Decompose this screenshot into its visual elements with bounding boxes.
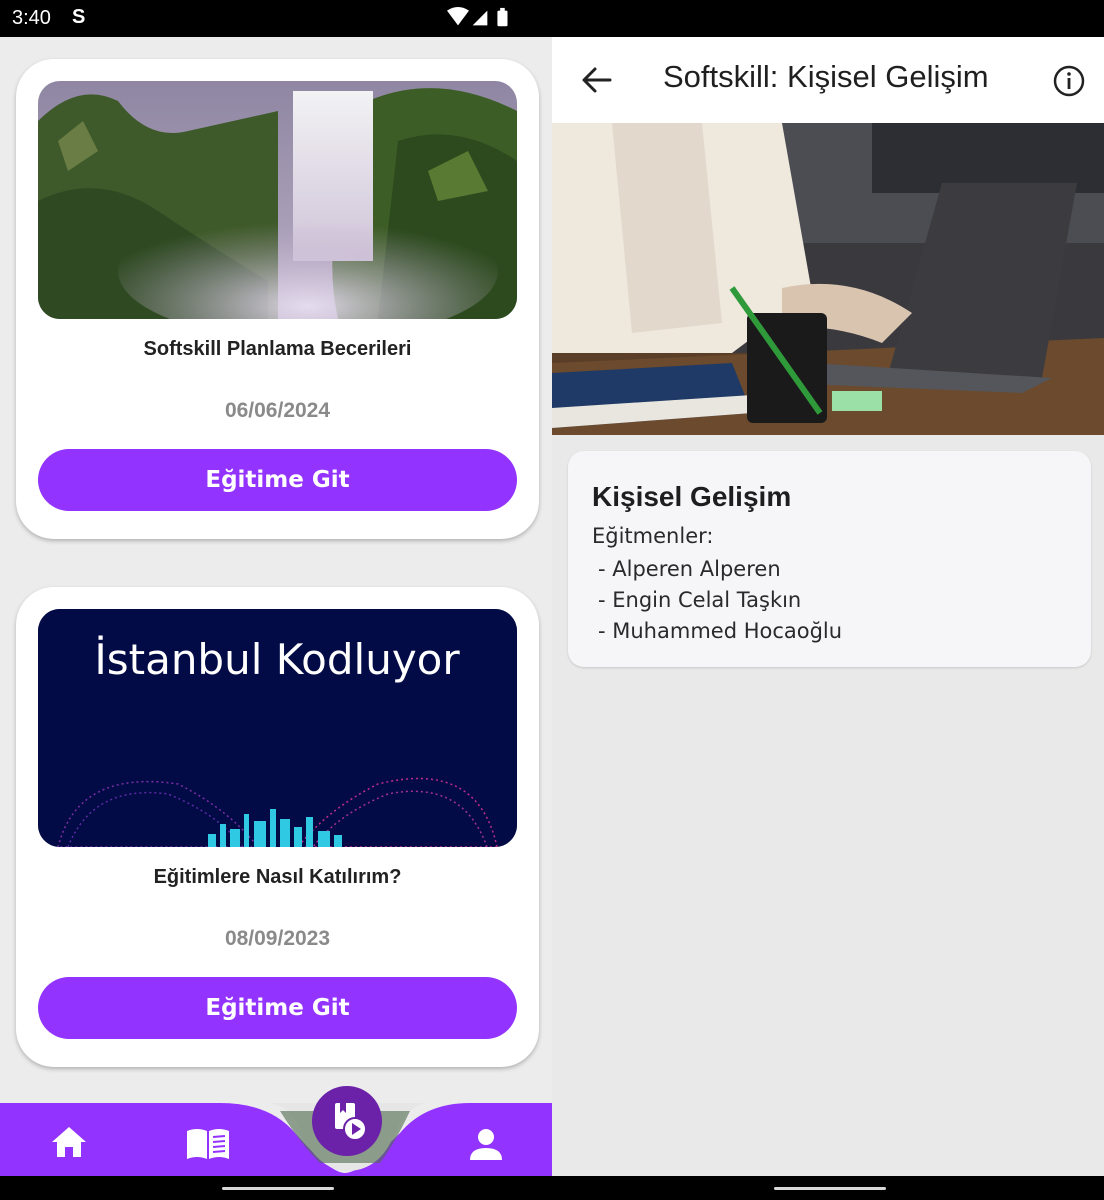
- home-gesture-pill[interactable]: [222, 1187, 334, 1190]
- battery-icon: [497, 7, 508, 27]
- course-card[interactable]: Softskill Planlama Becerileri 06/06/2024…: [16, 59, 539, 539]
- course-title: Eğitimlere Nasıl Katılırım?: [153, 866, 402, 888]
- app-bar-title: Softskill: Kişisel Gelişim: [663, 59, 989, 94]
- person-icon[interactable]: [468, 1127, 504, 1166]
- bottom-navigation: [0, 1086, 552, 1176]
- course-image-waterfall: [38, 81, 517, 319]
- book-icon[interactable]: [185, 1127, 231, 1166]
- course-title: Softskill Planlama Becerileri: [143, 338, 412, 360]
- course-card[interactable]: İstanbul Kodluyor Eğitimlere Nasıl Katıl…: [16, 587, 539, 1067]
- go-to-course-button[interactable]: Eğitime Git: [38, 977, 517, 1039]
- wifi-icon: [447, 7, 469, 26]
- course-detail-screen[interactable]: Softskill: Kişisel Gelişim Kişisel Geliş…: [552, 37, 1104, 1176]
- go-to-course-button[interactable]: Eğitime Git: [38, 449, 517, 511]
- status-time: 3:40: [12, 7, 51, 29]
- instructor-item: - Muhammed Hocaoğlu: [598, 619, 843, 643]
- instructors-label: Eğitmenler:: [592, 524, 714, 548]
- course-info-card: Kişisel Gelişim Eğitmenler: - Alperen Al…: [568, 451, 1091, 667]
- instructors-list: - Alperen Alperen - Engin Celal Taşkın -…: [598, 554, 842, 647]
- video-library-icon[interactable]: [311, 1085, 383, 1162]
- course-date: 06/06/2024: [224, 399, 331, 422]
- home-gesture-pill[interactable]: [774, 1187, 886, 1190]
- signal-icon: [472, 10, 488, 26]
- course-list-screen[interactable]: Softskill Planlama Becerileri 06/06/2024…: [0, 37, 552, 1176]
- back-arrow-icon[interactable]: [580, 63, 614, 97]
- info-icon[interactable]: [1052, 64, 1086, 98]
- system-navigation-bar: [0, 1176, 1104, 1200]
- home-icon[interactable]: [50, 1125, 88, 1164]
- course-hero-image: [552, 123, 1104, 435]
- course-heading: Kişisel Gelişim: [592, 481, 792, 512]
- banner-text: İstanbul Kodluyor: [94, 634, 460, 684]
- status-bar: 3:40 S: [0, 0, 1104, 37]
- instructor-item: - Engin Celal Taşkın: [598, 588, 802, 612]
- status-icons: [447, 7, 508, 27]
- carrier-icon: S: [72, 6, 86, 28]
- app-bar: Softskill: Kişisel Gelişim: [552, 37, 1104, 123]
- instructor-item: - Alperen Alperen: [598, 557, 781, 581]
- course-date: 08/09/2023: [224, 927, 331, 950]
- course-image-istanbul-kodluyor: İstanbul Kodluyor: [38, 609, 517, 847]
